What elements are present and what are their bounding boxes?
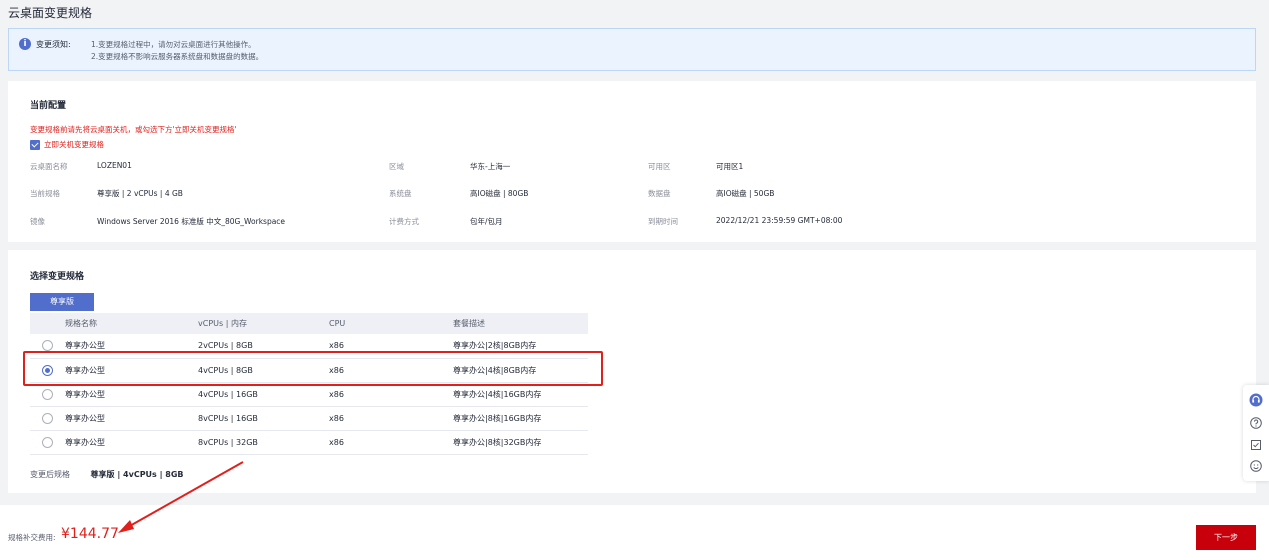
section-title: 当前配置 <box>30 101 67 111</box>
notice-label: 变更须知: <box>36 40 71 49</box>
az-value: 可用区1 <box>716 162 744 171</box>
spec-name-cell: 尊享办公型 <box>65 358 198 383</box>
radio-button[interactable] <box>42 412 53 424</box>
image-value: Windows Server 2016 标准版 中文_80G_Workspace <box>97 217 286 226</box>
fee-value: ¥144.77 <box>61 526 119 542</box>
system-disk-value: 高IO磁盘 | 80GB <box>470 189 529 198</box>
data-disk-value: 高IO磁盘 | 50GB <box>716 189 775 198</box>
notice-banner: i 变更须知: 1.变更规格过程中，请勿对云桌面进行其他操作。 2.变更规格不影… <box>8 28 1256 71</box>
info-icon: i <box>19 38 31 50</box>
field-label: 云桌面名称 <box>30 162 68 171</box>
desktop-name-value: LOZEN01 <box>97 161 132 170</box>
tab-premium-edition[interactable]: 尊享版 <box>30 293 94 311</box>
fee-label: 规格补交费用: <box>8 533 56 542</box>
next-step-button[interactable]: 下一步 <box>1196 525 1256 550</box>
cpu-cell: x86 <box>329 382 453 407</box>
checkbox-label: 立即关机变更规格 <box>44 140 104 149</box>
vcpu-cell: 4vCPUs | 16GB <box>198 382 329 407</box>
cpu-cell: x86 <box>329 358 453 383</box>
desc-cell: 尊享办公|2核|8GB内存 <box>453 334 588 359</box>
desc-cell: 尊享办公|8核|16GB内存 <box>453 406 588 431</box>
field-label: 当前规格 <box>30 189 60 198</box>
select-spec-panel: 选择变更规格 尊享版 规格名称 vCPUs | 内存 CPU 套餐描述 尊享办公… <box>8 250 1256 493</box>
expire-value: 2022/12/21 23:59:59 GMT+08:00 <box>716 216 843 225</box>
new-spec-label: 变更后规格 <box>30 470 70 479</box>
shutdown-warning: 变更规格前请先将云桌面关机，或勾选下方'立即关机变更规格' <box>30 125 237 134</box>
spec-table: 规格名称 vCPUs | 内存 CPU 套餐描述 尊享办公型 2vCPUs | … <box>30 313 588 455</box>
spec-name-cell: 尊享办公型 <box>65 334 198 359</box>
desc-cell: 尊享办公|4核|16GB内存 <box>453 382 588 407</box>
field-label: 镜像 <box>30 217 45 226</box>
desc-cell: 尊享办公|4核|8GB内存 <box>453 358 588 383</box>
cpu-cell: x86 <box>329 430 453 455</box>
checkbox-checked-icon[interactable] <box>30 139 40 150</box>
current-config-panel: 当前配置 变更规格前请先将云桌面关机，或勾选下方'立即关机变更规格' 立即关机变… <box>8 81 1256 242</box>
radio-button-checked[interactable] <box>42 364 53 376</box>
billing-value: 包年/包月 <box>470 217 503 226</box>
footer-bar: 规格补交费用: ¥144.77 下一步 <box>0 505 1269 560</box>
column-header: 规格名称 <box>65 313 198 334</box>
field-label: 计费方式 <box>389 217 419 226</box>
field-label: 系统盘 <box>389 189 412 198</box>
column-header: CPU <box>329 313 453 334</box>
headset-icon[interactable] <box>1249 393 1263 407</box>
help-icon[interactable] <box>1249 416 1263 430</box>
notice-line: 1.变更规格过程中，请勿对云桌面进行其他操作。 <box>91 40 256 49</box>
current-spec-value: 尊享版 | 2 vCPUs | 4 GB <box>97 189 183 198</box>
cpu-cell: x86 <box>329 406 453 431</box>
table-header-row: 规格名称 vCPUs | 内存 CPU 套餐描述 <box>30 313 588 334</box>
vcpu-cell: 2vCPUs | 8GB <box>198 334 329 359</box>
field-label: 区域 <box>389 162 404 171</box>
vcpu-cell: 8vCPUs | 32GB <box>198 430 329 455</box>
table-row[interactable]: 尊享办公型 4vCPUs | 16GB x86 尊享办公|4核|16GB内存 <box>30 382 588 407</box>
desc-cell: 尊享办公|8核|32GB内存 <box>453 430 588 455</box>
vcpu-cell: 4vCPUs | 8GB <box>198 358 329 383</box>
spec-name-cell: 尊享办公型 <box>65 382 198 407</box>
column-header: vCPUs | 内存 <box>198 313 329 334</box>
radio-button[interactable] <box>42 388 53 400</box>
table-row[interactable]: 尊享办公型 8vCPUs | 32GB x86 尊享办公|8核|32GB内存 <box>30 430 588 455</box>
floating-sidebar <box>1243 385 1269 481</box>
radio-button[interactable] <box>42 436 53 448</box>
shutdown-checkbox[interactable]: 立即关机变更规格 <box>30 139 104 150</box>
new-spec-value: 尊享版 | 4vCPUs | 8GB <box>90 470 184 479</box>
cpu-cell: x86 <box>329 334 453 359</box>
field-label: 数据盘 <box>648 189 671 198</box>
table-row[interactable]: 尊享办公型 2vCPUs | 8GB x86 尊享办公|2核|8GB内存 <box>30 334 588 359</box>
spec-name-cell: 尊享办公型 <box>65 406 198 431</box>
field-label: 可用区 <box>648 162 671 171</box>
page-title: 云桌面变更规格 <box>8 6 93 20</box>
column-header: 套餐描述 <box>453 313 588 334</box>
notice-line: 2.变更规格不影响云服务器系统盘和数据盘的数据。 <box>91 52 264 61</box>
feedback-icon[interactable] <box>1249 438 1263 452</box>
section-title: 选择变更规格 <box>30 272 85 282</box>
table-row[interactable]: 尊享办公型 8vCPUs | 16GB x86 尊享办公|8核|16GB内存 <box>30 406 588 431</box>
new-spec-summary: 变更后规格 尊享版 | 4vCPUs | 8GB <box>30 469 184 480</box>
smiley-icon[interactable] <box>1249 459 1263 473</box>
vcpu-cell: 8vCPUs | 16GB <box>198 406 329 431</box>
spec-name-cell: 尊享办公型 <box>65 430 198 455</box>
region-value: 华东-上海一 <box>470 162 511 171</box>
radio-button[interactable] <box>42 340 53 352</box>
table-row-selected[interactable]: 尊享办公型 4vCPUs | 8GB x86 尊享办公|4核|8GB内存 <box>30 358 588 383</box>
field-label: 到期时间 <box>648 217 678 226</box>
